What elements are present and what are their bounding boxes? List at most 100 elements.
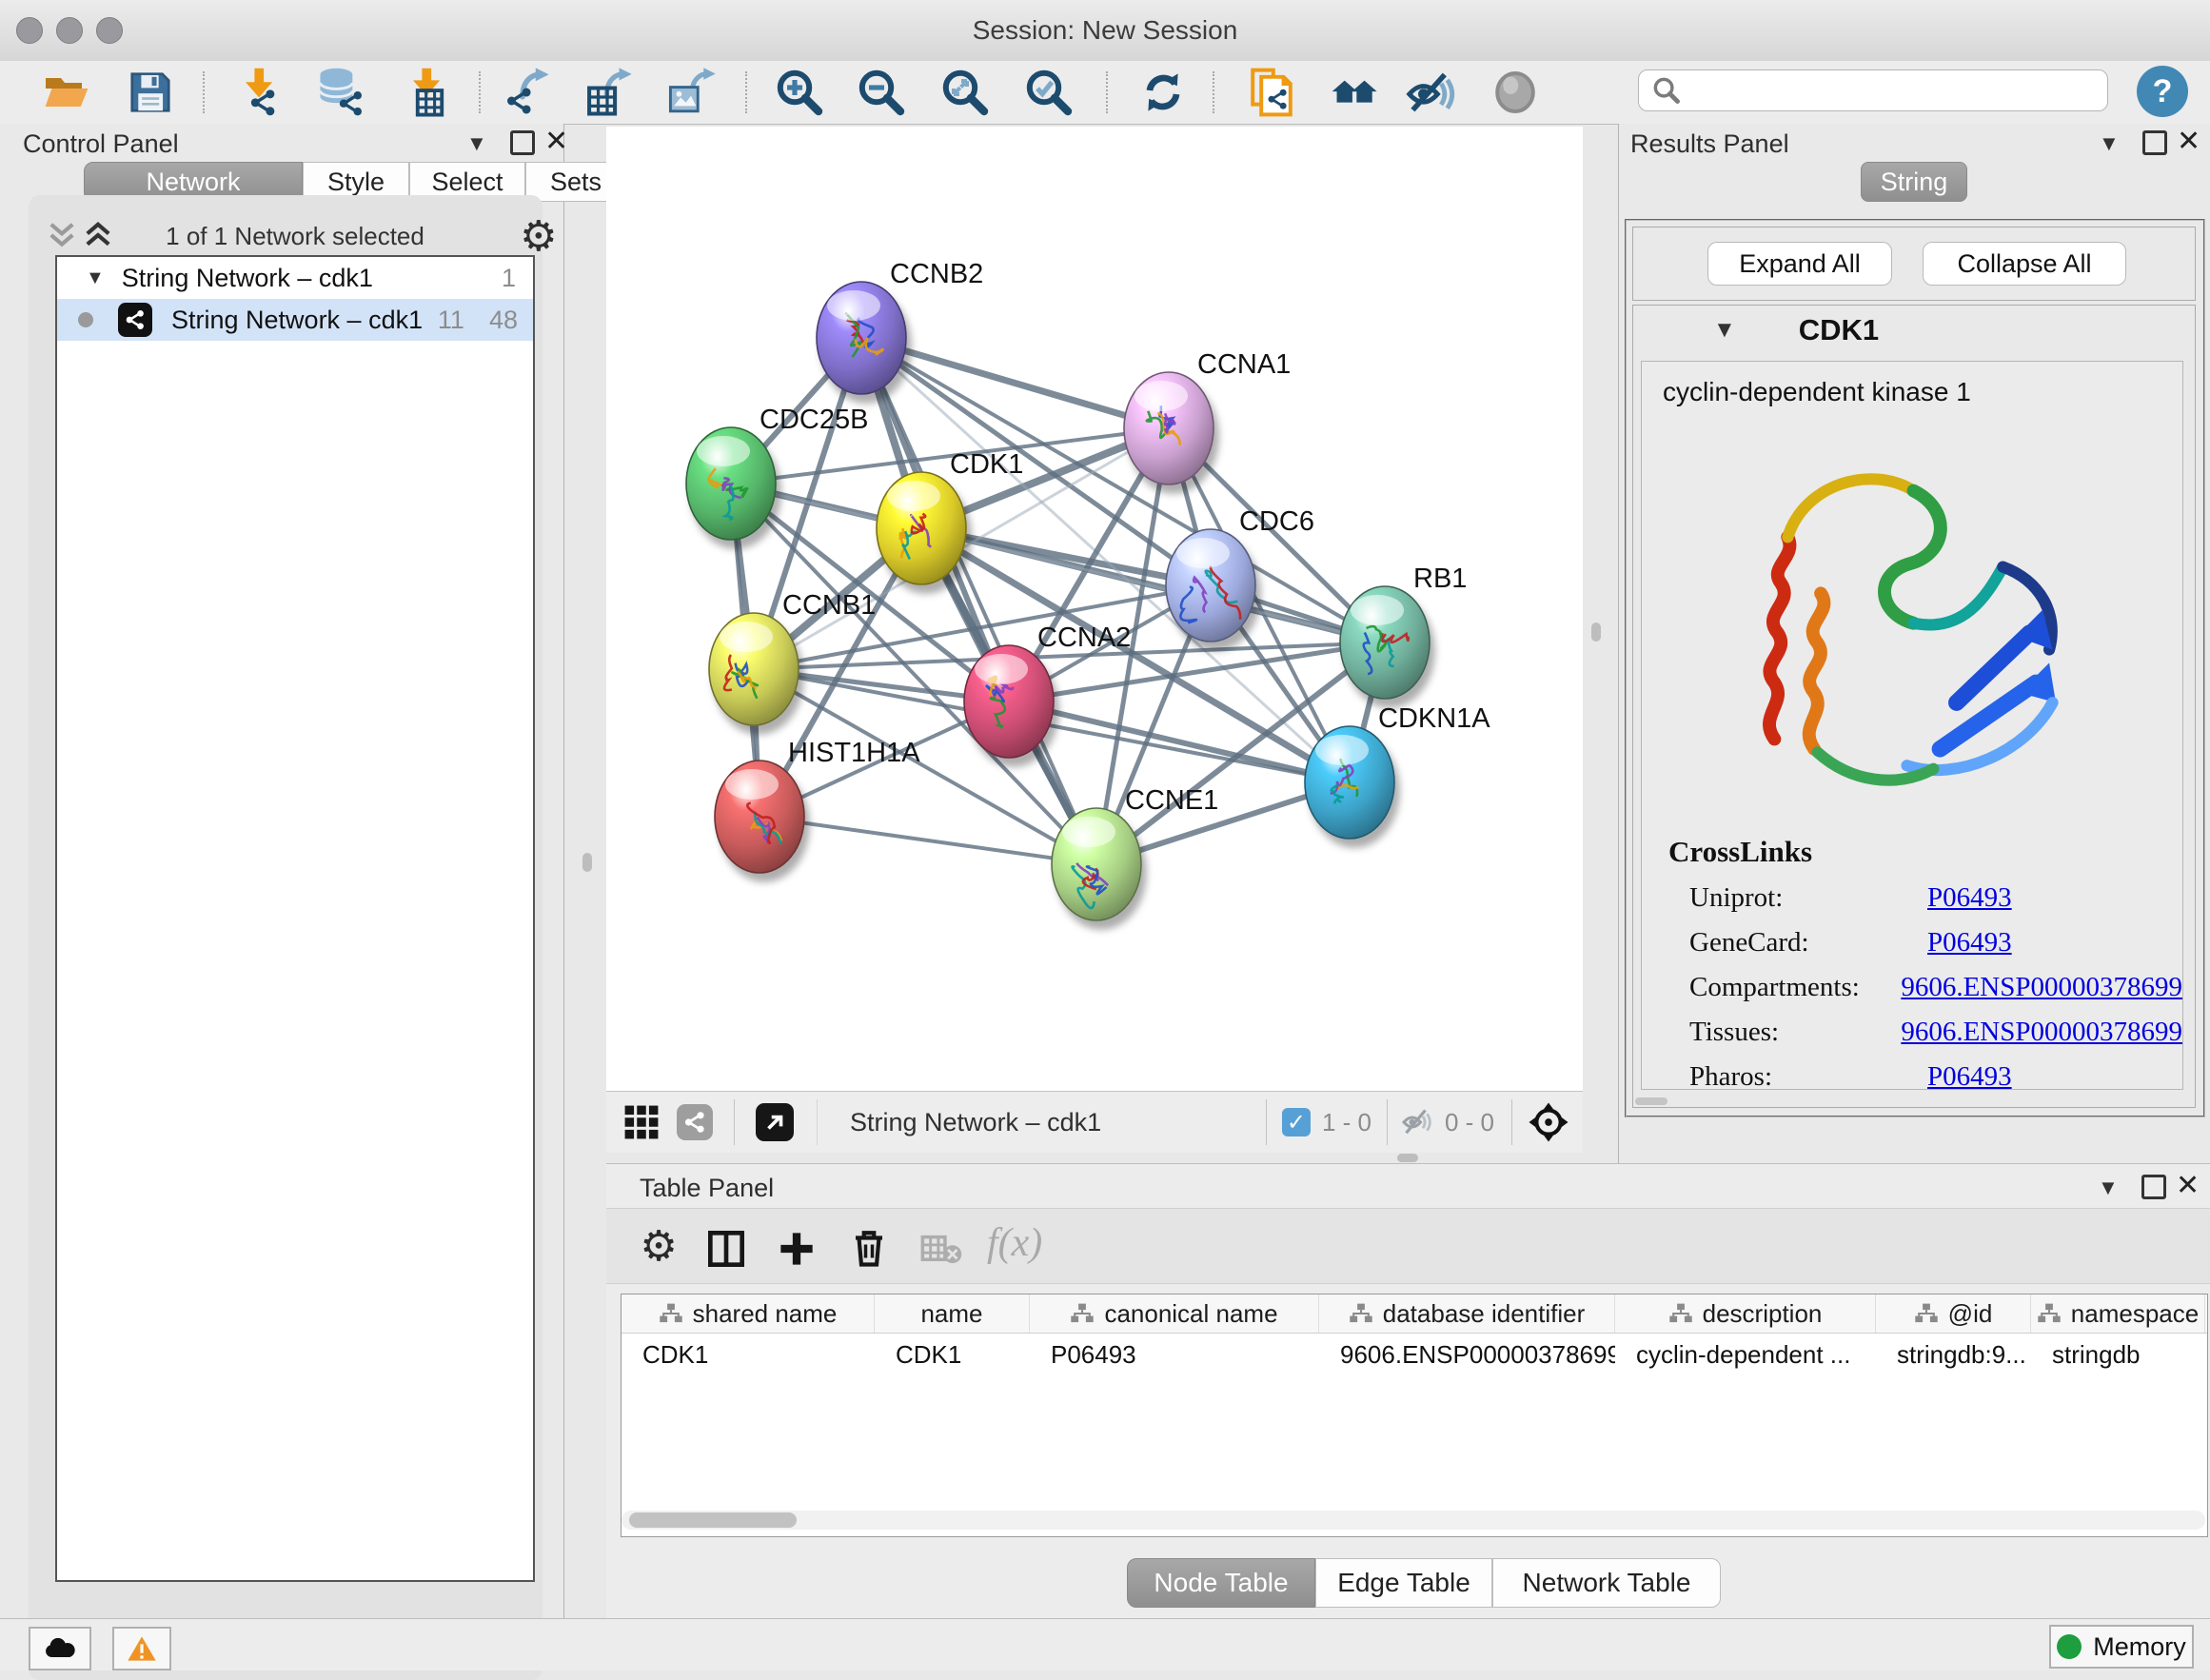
node-label-cdc25b: CDC25B <box>760 405 868 435</box>
table-panel-title: Table Panel <box>640 1174 774 1203</box>
search-input[interactable] <box>1638 69 2108 111</box>
delete-column-icon[interactable] <box>850 1228 888 1268</box>
maximize-panel-icon[interactable] <box>2141 1175 2166 1199</box>
export-table-icon[interactable] <box>581 66 634 119</box>
export-image-icon[interactable] <box>664 66 718 119</box>
status-bar: Memory <box>0 1618 2210 1670</box>
left-splitter-handle[interactable] <box>582 853 592 872</box>
table-hscrollbar[interactable] <box>622 1511 2205 1530</box>
network-node-ccna1[interactable] <box>1124 372 1214 484</box>
expand-all-icon[interactable] <box>82 220 114 250</box>
network-node-hist1h1a[interactable] <box>715 761 804 873</box>
gene-section-header[interactable]: ▼ CDK1 <box>1633 306 2195 355</box>
network-node-ccne1[interactable] <box>1052 808 1141 920</box>
table-cell: P06493 <box>1030 1334 1319 1375</box>
network-edge[interactable] <box>861 338 1169 428</box>
table-hscroll-thumb[interactable] <box>629 1512 797 1528</box>
save-session-icon[interactable] <box>124 66 177 119</box>
network-node-cdk1[interactable] <box>877 472 966 584</box>
results-hscroll-thumb[interactable] <box>1635 1097 1667 1105</box>
memory-button[interactable]: Memory <box>2049 1625 2194 1669</box>
crosslink-row: Pharos:P06493 <box>1689 1061 2182 1093</box>
grid-mode-icon[interactable] <box>623 1104 660 1140</box>
toolbar-separator <box>203 71 205 113</box>
column-header-canonical-name[interactable]: canonical name <box>1030 1295 1319 1333</box>
refresh-icon[interactable] <box>1136 66 1190 119</box>
network-node-ccnb1[interactable] <box>709 613 799 725</box>
column-header-database-identifier[interactable]: database identifier <box>1319 1295 1615 1333</box>
column-header-namespace[interactable]: namespace <box>2031 1295 2205 1333</box>
function-builder-icon: f(x) <box>987 1220 1042 1266</box>
zoom-fit-icon[interactable] <box>938 66 992 119</box>
column-header-shared-name[interactable]: shared name <box>622 1295 875 1333</box>
horizontal-splitter-handle[interactable] <box>1397 1154 1418 1162</box>
float-panel-icon[interactable]: ▼ <box>2099 131 2120 156</box>
cloud-status-button[interactable] <box>29 1627 91 1670</box>
tab-string[interactable]: String <box>1861 162 1967 202</box>
help-button[interactable]: ? <box>2137 66 2188 117</box>
network-node-cdc6[interactable] <box>1166 529 1255 642</box>
network-node-rb1[interactable] <box>1340 586 1430 699</box>
zoom-out-icon[interactable] <box>855 66 908 119</box>
gene-name: CDK1 <box>1799 313 1879 347</box>
selected-checkbox-icon[interactable]: ✓ <box>1282 1108 1311 1136</box>
table-cell: stringdb <box>2031 1334 2205 1375</box>
hide-selected-icon[interactable] <box>1404 66 1457 119</box>
zoom-selected-icon[interactable] <box>1022 66 1075 119</box>
close-panel-icon[interactable]: ✕ <box>544 132 568 151</box>
table-toolbar: ⚙ f(x) <box>606 1208 2210 1284</box>
network-node-ccna2[interactable] <box>964 645 1054 758</box>
network-node-cdkn1a[interactable] <box>1305 726 1394 839</box>
close-panel-icon[interactable]: ✕ <box>2176 1176 2200 1196</box>
title-bar: Session: New Session <box>0 0 2210 62</box>
network-options-gear-icon[interactable]: ⚙ <box>520 212 557 261</box>
network-collection-row[interactable]: ▼ String Network – cdk1 1 <box>57 257 533 299</box>
show-columns-icon[interactable] <box>707 1230 745 1268</box>
table-settings-gear-icon[interactable]: ⚙ <box>633 1220 684 1272</box>
show-all-icon[interactable] <box>1489 66 1542 119</box>
float-panel-icon[interactable]: ▼ <box>2098 1176 2119 1200</box>
float-panel-icon[interactable]: ▼ <box>466 131 487 156</box>
tab-network-table[interactable]: Network Table <box>1492 1558 1721 1608</box>
new-network-from-selection-icon[interactable] <box>1245 66 1298 119</box>
column-header--id[interactable]: @id <box>1876 1295 2031 1333</box>
collapse-all-button[interactable]: Collapse All <box>1923 242 2126 286</box>
collection-collapse-icon[interactable]: ▼ <box>86 267 105 289</box>
crosslink-link[interactable]: 9606.ENSP00000378699 <box>1901 1017 2182 1048</box>
column-header-description[interactable]: description <box>1615 1295 1876 1333</box>
warnings-button[interactable] <box>112 1627 171 1670</box>
open-session-icon[interactable] <box>40 66 93 119</box>
right-splitter-handle[interactable] <box>1591 623 1601 642</box>
zoom-in-icon[interactable] <box>773 66 826 119</box>
network-row[interactable]: String Network – cdk1 11 48 <box>57 299 533 341</box>
tab-edge-table[interactable]: Edge Table <box>1315 1558 1492 1608</box>
collapse-all-icon[interactable] <box>46 220 78 250</box>
network-edge[interactable] <box>861 338 1096 864</box>
import-table-icon[interactable] <box>399 66 452 119</box>
network-tree: ▼ String Network – cdk1 1 String Network… <box>55 255 535 1582</box>
column-header-name[interactable]: name <box>875 1295 1030 1333</box>
maximize-panel-icon[interactable] <box>2142 130 2167 155</box>
network-node-ccnb2[interactable] <box>817 282 906 394</box>
tab-node-table[interactable]: Node Table <box>1127 1558 1315 1608</box>
network-edge[interactable] <box>760 817 1096 864</box>
crosslink-link[interactable]: P06493 <box>1927 927 2012 959</box>
maximize-panel-icon[interactable] <box>510 130 535 155</box>
import-network-from-database-icon[interactable] <box>313 66 366 119</box>
crosslink-link[interactable]: P06493 <box>1927 882 2012 914</box>
crosslink-link[interactable]: P06493 <box>1927 1061 2012 1093</box>
add-column-icon[interactable] <box>778 1230 816 1268</box>
network-node-cdc25b[interactable] <box>686 427 776 540</box>
network-canvas[interactable]: CCNB2CCNA1CDC25BCDK1CDC6RB1CCNB1CCNA2CDK… <box>606 127 1583 1091</box>
export-network-icon[interactable] <box>498 66 551 119</box>
expand-all-button[interactable]: Expand All <box>1707 242 1892 286</box>
birdseye-navigator-icon[interactable] <box>1528 1101 1569 1143</box>
first-neighbors-icon[interactable] <box>1329 66 1382 119</box>
close-panel-icon[interactable]: ✕ <box>2177 132 2200 151</box>
share-view-icon[interactable] <box>677 1104 713 1140</box>
detach-view-icon[interactable] <box>756 1103 794 1141</box>
crosslink-link[interactable]: 9606.ENSP00000378699 <box>1901 972 2182 1003</box>
import-network-icon[interactable] <box>231 66 285 119</box>
section-collapse-icon[interactable]: ▼ <box>1713 317 1736 344</box>
table-row[interactable]: CDK1CDK1P064939606.ENSP00000378699cyclin… <box>622 1334 2207 1375</box>
